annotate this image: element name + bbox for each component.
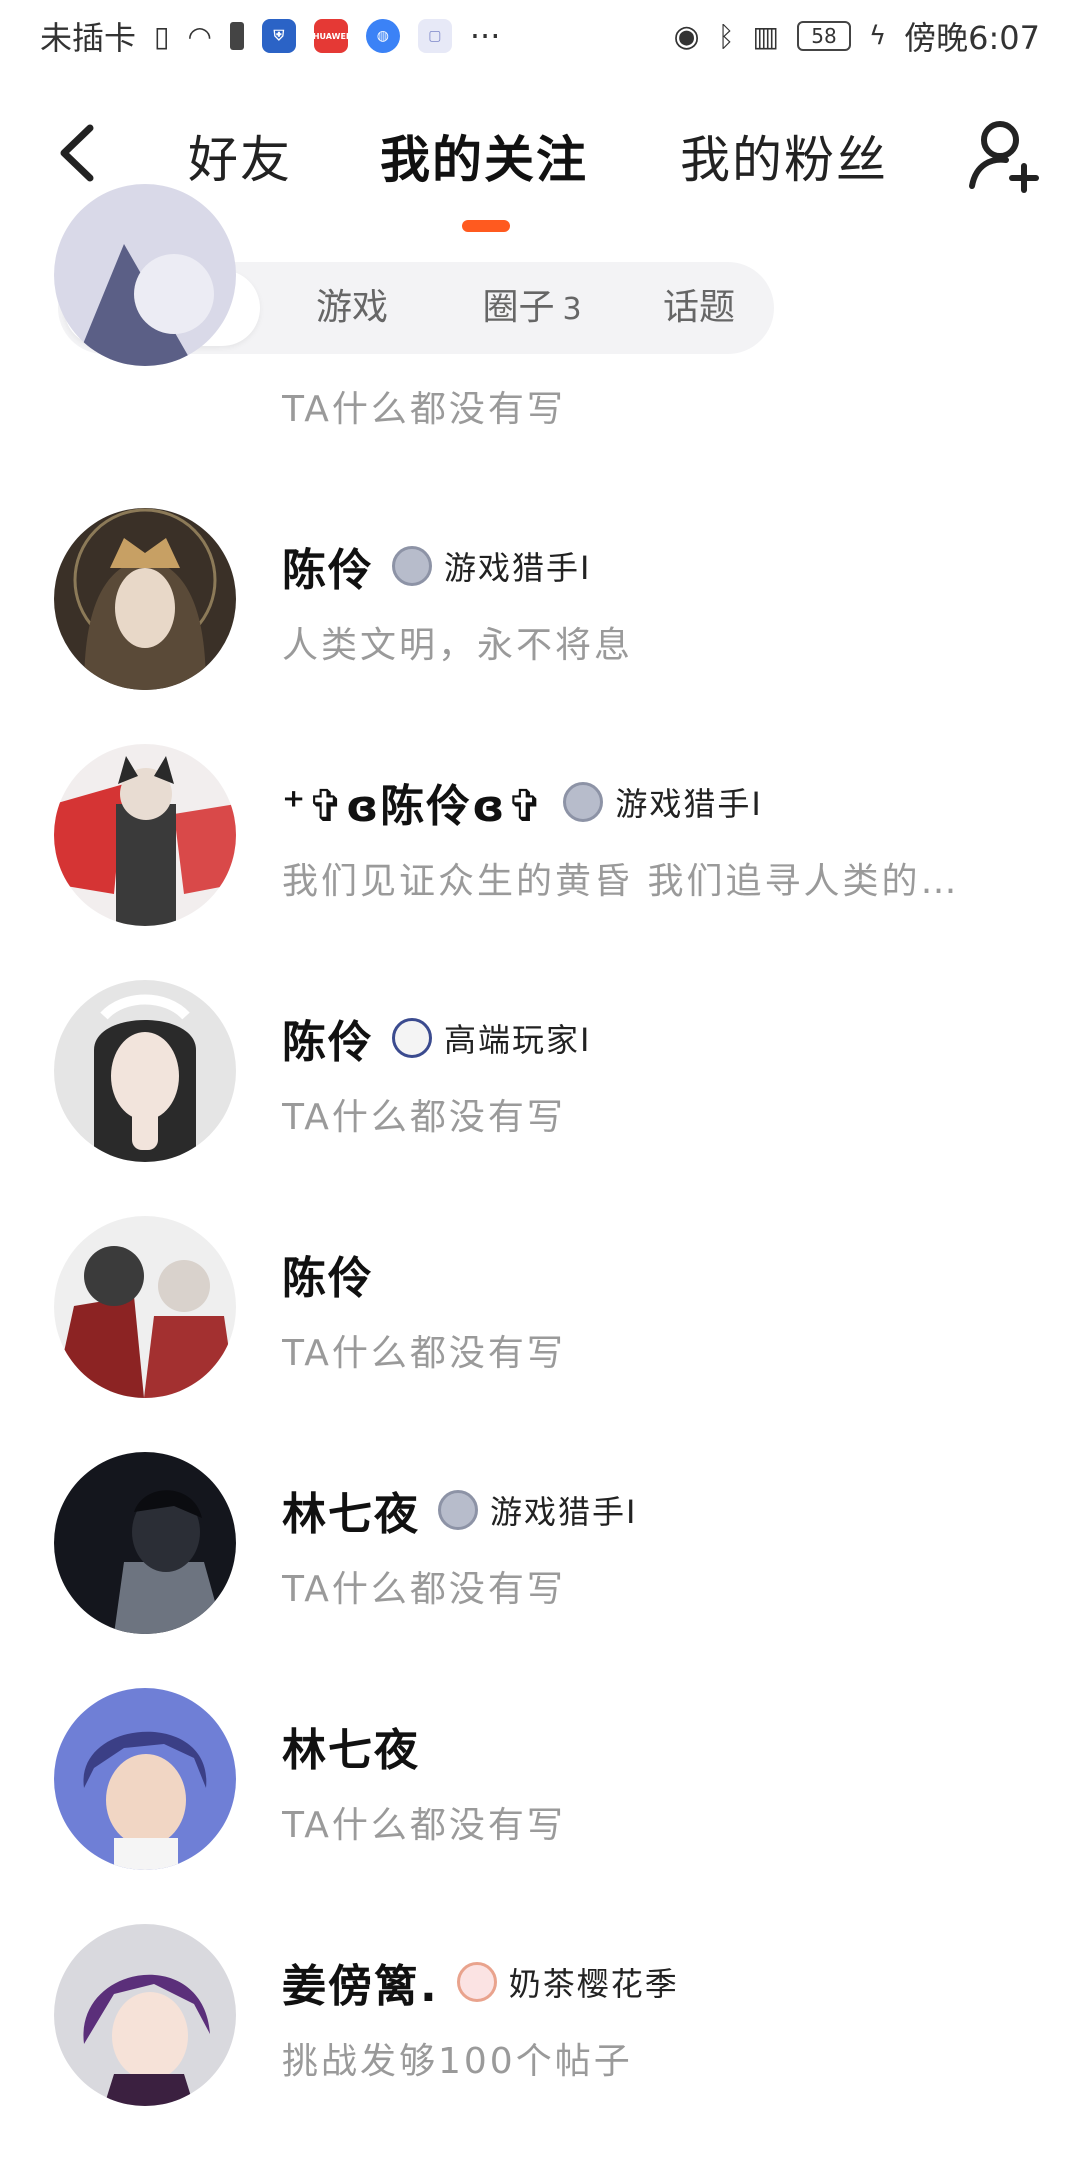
user-row[interactable]: 陈伶 游戏猎手Ⅰ 人类文明，永不将息 bbox=[0, 508, 1080, 744]
status-right: ◉ ᛒ ▥ 58 ϟ 傍晚6:07 bbox=[674, 13, 1041, 59]
battery-icon: 58 bbox=[796, 21, 851, 51]
name-line: 林七夜 游戏猎手Ⅰ bbox=[282, 1480, 637, 1540]
avatar[interactable] bbox=[54, 508, 236, 690]
user-row[interactable]: ⁺✞ɞ陈伶ɞ✞ 游戏猎手Ⅰ 我们见证众生的黄昏 我们追寻人类的… bbox=[0, 744, 1080, 980]
user-badge: 奶茶樱花季 bbox=[508, 1965, 679, 2003]
user-name: 陈伶 bbox=[282, 545, 374, 596]
name-line: 陈伶 游戏猎手Ⅰ bbox=[282, 536, 591, 596]
name-line: 姜傍篱. 奶茶樱花季 bbox=[282, 1952, 679, 2012]
user-bio: 我们见证众生的黄昏 我们追寻人类的… bbox=[282, 861, 960, 902]
user-badge: 游戏猎手Ⅰ bbox=[444, 549, 592, 587]
avatar-image bbox=[54, 744, 236, 926]
name-line: 陈伶 bbox=[282, 1244, 374, 1304]
user-row[interactable]: 陈伶 TA什么都没有写 bbox=[0, 1216, 1080, 1452]
avatar[interactable] bbox=[54, 1924, 236, 2106]
charging-icon: ϟ bbox=[868, 21, 887, 51]
status-bar: 未插卡 ▯ ◠ ⛨ HUAWEI ◍ ▢ ··· ◉ ᛒ ▥ 58 ϟ 傍晚6:… bbox=[0, 0, 1080, 72]
avatar-image bbox=[54, 980, 236, 1162]
user-name: 陈伶 bbox=[282, 1253, 374, 1304]
user-bio: 人类文明，永不将息 bbox=[282, 625, 634, 666]
user-badge: 高端玩家Ⅰ bbox=[444, 1021, 592, 1059]
pro-player-badge-icon bbox=[392, 1018, 432, 1058]
avatar-image bbox=[54, 184, 236, 366]
add-user-icon bbox=[969, 121, 1039, 193]
avatar-image bbox=[54, 1924, 236, 2106]
game-hunter-badge-icon bbox=[563, 782, 604, 822]
avatar[interactable] bbox=[54, 184, 236, 366]
shield-app-icon: ⛨ bbox=[261, 19, 296, 53]
huawei-label: HUAWEI bbox=[312, 31, 349, 41]
browser-app-icon: ◍ bbox=[365, 19, 400, 53]
name-line: 陈伶 高端玩家Ⅰ bbox=[282, 1008, 591, 1068]
user-bio: TA什么都没有写 bbox=[282, 1097, 566, 1138]
user-row[interactable]: 姜傍篱. 奶茶樱花季 挑战发够100个帖子 bbox=[0, 1924, 1080, 2160]
eye-icon: ◉ bbox=[673, 18, 700, 54]
battery-level: 58 bbox=[811, 24, 837, 48]
storage-icon bbox=[229, 22, 244, 50]
avatar-image bbox=[54, 508, 236, 690]
back-button[interactable] bbox=[50, 118, 110, 188]
user-badge: 游戏猎手Ⅰ bbox=[490, 1493, 638, 1531]
status-left: 未插卡 ▯ ◠ ⛨ HUAWEI ◍ ▢ ··· bbox=[40, 13, 500, 59]
more-notifications-icon: ··· bbox=[469, 17, 501, 55]
user-bio: TA什么都没有写 bbox=[282, 1569, 566, 1610]
tab-friends[interactable]: 好友 bbox=[188, 120, 292, 192]
user-bio: TA什么都没有写 bbox=[282, 1805, 566, 1846]
user-row[interactable]: 陈伶 高端玩家Ⅰ TA什么都没有写 bbox=[0, 980, 1080, 1216]
user-row[interactable]: 林七夜 TA什么都没有写 bbox=[0, 1688, 1080, 1924]
name-line: ⁺✞ɞ陈伶ɞ✞ 游戏猎手Ⅰ bbox=[282, 772, 763, 832]
name-line: 林七夜 bbox=[282, 1716, 420, 1776]
user-bio: TA什么都没有写 bbox=[282, 1333, 566, 1374]
user-row[interactable]: 林七夜 游戏猎手Ⅰ TA什么都没有写 bbox=[0, 1452, 1080, 1688]
user-name: 林七夜 bbox=[282, 1489, 420, 1540]
avatar[interactable] bbox=[54, 1452, 236, 1634]
user-name: 林七夜 bbox=[282, 1725, 420, 1776]
user-row[interactable]: TA什么都没有写 bbox=[0, 184, 1080, 460]
avatar[interactable] bbox=[54, 744, 236, 926]
mini-app-icon: ▢ bbox=[417, 19, 452, 53]
user-name: 陈伶 bbox=[282, 1017, 374, 1068]
avatar-image bbox=[54, 1216, 236, 1398]
game-hunter-badge-icon bbox=[392, 546, 432, 586]
avatar-image bbox=[54, 1452, 236, 1634]
user-name: ⁺✞ɞ陈伶ɞ✞ bbox=[282, 781, 546, 832]
carrier-text: 未插卡 bbox=[40, 19, 137, 57]
tab-fans[interactable]: 我的粉丝 bbox=[680, 120, 888, 192]
avatar[interactable] bbox=[54, 1216, 236, 1398]
active-tab-indicator bbox=[462, 220, 510, 232]
back-arrow-icon bbox=[60, 124, 94, 182]
user-name: 姜傍篱. bbox=[282, 1961, 439, 2012]
avatar-image bbox=[54, 1688, 236, 1870]
avatar[interactable] bbox=[54, 980, 236, 1162]
user-bio: TA什么都没有写 bbox=[282, 389, 566, 430]
add-friend-button[interactable] bbox=[966, 114, 1046, 194]
vibrate-icon: ▥ bbox=[752, 19, 779, 53]
tab-following[interactable]: 我的关注 bbox=[380, 120, 588, 192]
following-page: 未插卡 ▯ ◠ ⛨ HUAWEI ◍ ▢ ··· ◉ ᛒ ▥ 58 ϟ 傍晚6:… bbox=[0, 0, 1080, 2160]
clock-text: 傍晚6:07 bbox=[904, 19, 1040, 57]
milk-tea-sakura-badge-icon bbox=[456, 1962, 497, 2002]
bluetooth-icon: ᛒ bbox=[717, 19, 735, 53]
game-hunter-badge-icon bbox=[438, 1490, 478, 1530]
wifi-icon: ◠ bbox=[187, 19, 212, 53]
huawei-app-icon: HUAWEI bbox=[312, 19, 349, 53]
avatar[interactable] bbox=[54, 1688, 236, 1870]
sim-icon: ▯ bbox=[154, 19, 170, 53]
user-badge: 游戏猎手Ⅰ bbox=[615, 785, 763, 823]
user-bio: 挑战发够100个帖子 bbox=[282, 2041, 633, 2082]
